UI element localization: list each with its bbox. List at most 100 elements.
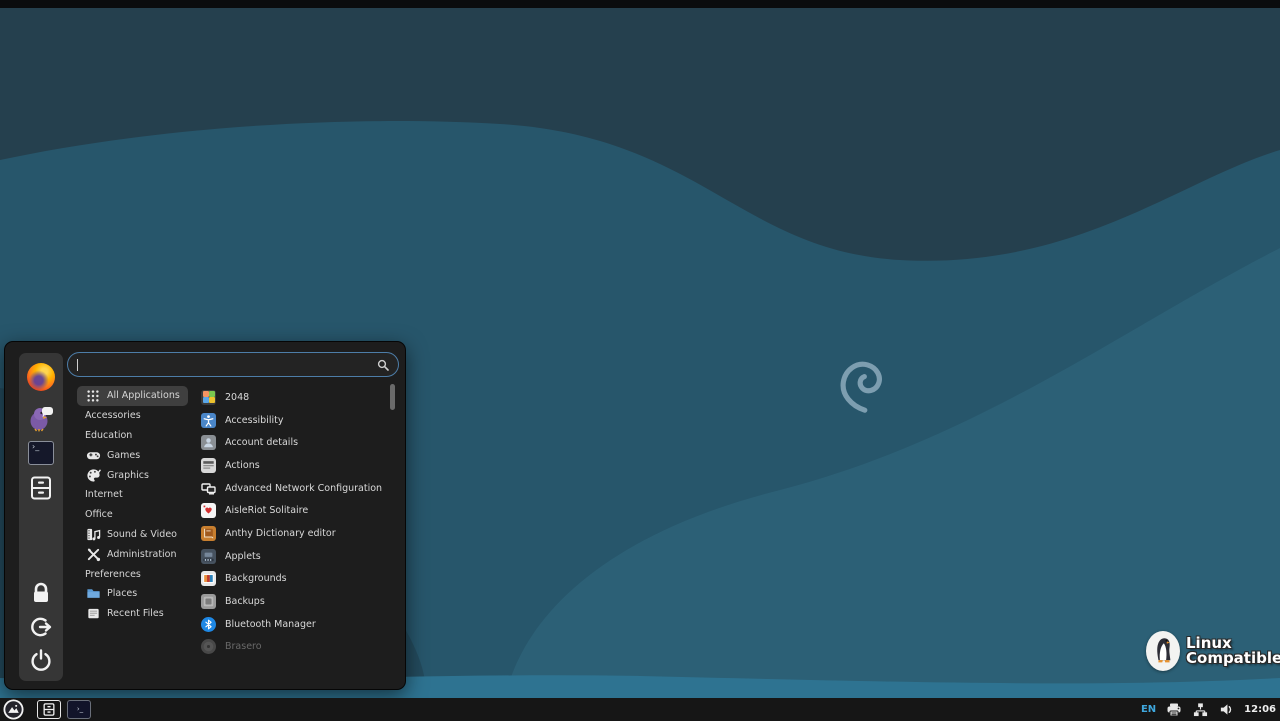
app-account-details[interactable]: Account details xyxy=(195,431,391,454)
menu-sidebar: ›_ xyxy=(19,353,63,681)
pidgin-icon[interactable] xyxy=(27,404,55,432)
folder-icon xyxy=(85,586,101,602)
app-label: AisleRiot Solitaire xyxy=(225,505,308,516)
app-label: Account details xyxy=(225,437,298,448)
grid-icon xyxy=(85,388,101,404)
app-label: Accessibility xyxy=(225,415,283,426)
file-manager-icon[interactable] xyxy=(28,475,54,501)
applications-menu: ›_ xyxy=(4,341,406,690)
category-label: Sound & Video xyxy=(107,529,177,540)
backups-icon xyxy=(201,594,216,609)
category-list: All Applications Accessories Education G… xyxy=(77,386,195,624)
2048-icon xyxy=(201,390,216,405)
category-accessories[interactable]: Accessories xyxy=(77,406,149,426)
app-applets[interactable]: Applets xyxy=(195,545,391,568)
printer-icon[interactable] xyxy=(1166,702,1182,718)
app-label: Backups xyxy=(225,596,265,607)
category-sound-video[interactable]: Sound & Video xyxy=(77,525,185,545)
menu-button[interactable] xyxy=(3,699,24,720)
network-config-icon xyxy=(201,481,216,496)
app-label: Advanced Network Configuration xyxy=(225,483,382,494)
app-label: Applets xyxy=(225,551,261,562)
app-label: Actions xyxy=(225,460,260,471)
app-brasero[interactable]: Brasero xyxy=(195,636,391,659)
actions-icon xyxy=(201,458,216,473)
app-list-scrollbar[interactable] xyxy=(390,384,395,410)
app-label: Bluetooth Manager xyxy=(225,619,316,630)
desktop: Linux Compatible ›_ xyxy=(0,0,1280,721)
category-label: All Applications xyxy=(107,390,180,401)
search-icon xyxy=(377,359,389,371)
category-label: Internet xyxy=(85,489,123,500)
category-administration[interactable]: Administration xyxy=(77,544,185,564)
app-advanced-network-configuration[interactable]: Advanced Network Configuration xyxy=(195,477,391,500)
keyboard-layout-indicator[interactable]: EN xyxy=(1141,704,1156,715)
category-graphics[interactable]: Graphics xyxy=(77,465,157,485)
bottom-panel: ›_ EN xyxy=(0,698,1280,721)
search-input[interactable] xyxy=(80,359,377,370)
category-places[interactable]: Places xyxy=(77,584,145,604)
category-all-applications[interactable]: All Applications xyxy=(77,386,188,406)
logout-icon[interactable] xyxy=(29,615,53,639)
firefox-icon[interactable] xyxy=(27,363,55,391)
app-label: Backgrounds xyxy=(225,573,287,584)
app-bluetooth-manager[interactable]: Bluetooth Manager xyxy=(195,613,391,636)
app-2048[interactable]: 2048 xyxy=(195,386,391,409)
category-label: Administration xyxy=(107,549,177,560)
screen-top-strip xyxy=(0,0,1280,8)
branding-text: Linux Compatible xyxy=(1186,636,1280,666)
category-label: Places xyxy=(107,588,137,599)
terminal-launcher[interactable]: ›_ xyxy=(67,700,91,719)
debian-swirl-logo xyxy=(834,355,890,415)
accessibility-icon xyxy=(201,413,216,428)
app-backups[interactable]: Backups xyxy=(195,590,391,613)
app-backgrounds[interactable]: Backgrounds xyxy=(195,568,391,591)
branding-line2: Compatible xyxy=(1186,651,1280,666)
lock-icon[interactable] xyxy=(29,581,53,605)
solitaire-icon xyxy=(201,503,216,518)
network-icon[interactable] xyxy=(1192,702,1208,718)
app-anthy-dictionary-editor[interactable]: Anthy Dictionary editor xyxy=(195,522,391,545)
category-label: Recent Files xyxy=(107,608,164,619)
app-label: Brasero xyxy=(225,641,262,652)
penguin-icon xyxy=(1146,634,1180,668)
gamepad-icon xyxy=(85,447,101,463)
bluetooth-icon xyxy=(201,617,216,632)
application-list: 2048 Accessibility Acc xyxy=(195,386,391,658)
power-icon[interactable] xyxy=(29,648,53,672)
category-internet[interactable]: Internet xyxy=(77,485,131,505)
penguin-badge xyxy=(1146,631,1180,671)
clock[interactable]: 12:06 xyxy=(1244,704,1276,715)
volume-icon[interactable] xyxy=(1218,702,1234,718)
app-label: 2048 xyxy=(225,392,249,403)
category-preferences[interactable]: Preferences xyxy=(77,564,149,584)
category-education[interactable]: Education xyxy=(77,426,140,446)
terminal-icon[interactable]: ›_ xyxy=(28,441,54,465)
app-accessibility[interactable]: Accessibility xyxy=(195,409,391,432)
terminal-icon: ›_ xyxy=(77,706,83,713)
tools-icon xyxy=(85,546,101,562)
category-office[interactable]: Office xyxy=(77,505,121,525)
category-label: Accessories xyxy=(85,410,141,421)
text-caret xyxy=(77,359,78,371)
backgrounds-icon xyxy=(201,571,216,586)
dictionary-icon xyxy=(201,526,216,541)
film-note-icon xyxy=(85,526,101,542)
app-actions[interactable]: Actions xyxy=(195,454,391,477)
app-aisleriot-solitaire[interactable]: AisleRiot Solitaire xyxy=(195,499,391,522)
category-games[interactable]: Games xyxy=(77,445,148,465)
document-icon xyxy=(85,606,101,622)
files-launcher[interactable] xyxy=(37,700,61,719)
category-recent-files[interactable]: Recent Files xyxy=(77,604,172,624)
brasero-icon xyxy=(201,639,216,654)
account-icon xyxy=(201,435,216,450)
system-tray: EN xyxy=(1141,698,1276,721)
linux-compatible-watermark: Linux Compatible xyxy=(1146,628,1280,674)
palette-icon xyxy=(85,467,101,483)
app-label: Anthy Dictionary editor xyxy=(225,528,336,539)
file-manager-icon xyxy=(42,702,56,717)
search-box[interactable] xyxy=(67,352,399,377)
category-label: Education xyxy=(85,430,132,441)
category-label: Preferences xyxy=(85,569,141,580)
category-label: Graphics xyxy=(107,470,149,481)
